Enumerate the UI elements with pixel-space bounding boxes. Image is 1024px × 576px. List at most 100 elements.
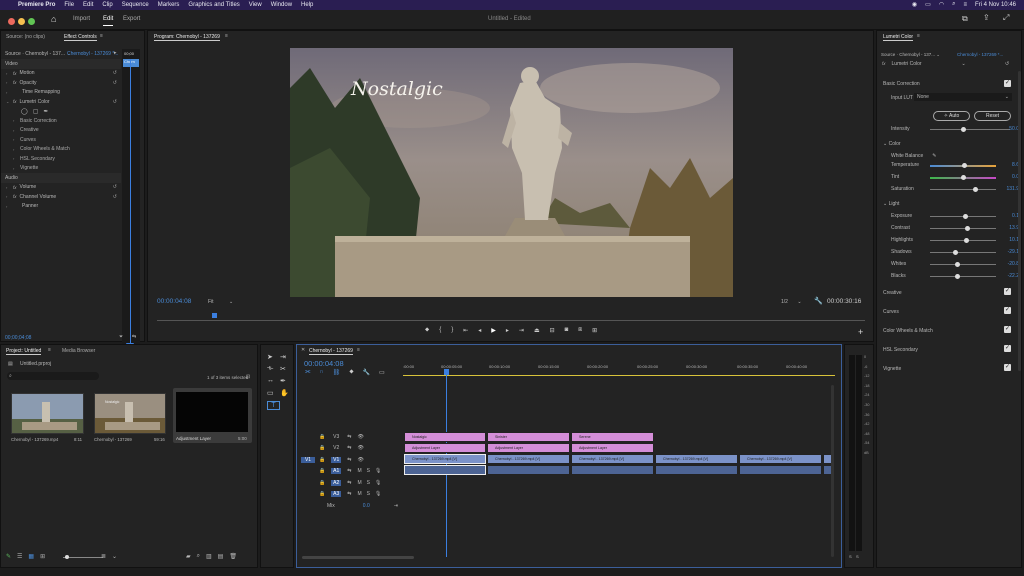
- menu-app-name[interactable]: Premiere Pro: [18, 2, 55, 8]
- program-monitor-title[interactable]: Program: Chernobyl - 137269: [154, 34, 220, 41]
- blacks-slider[interactable]: [930, 274, 996, 279]
- curves-section-header[interactable]: Curves: [883, 309, 899, 315]
- play-icon[interactable]: ▶: [491, 327, 496, 334]
- quick-export-icon[interactable]: ⧉: [962, 14, 968, 24]
- sync-lock-icon[interactable]: ⇆: [347, 434, 351, 440]
- rectangle-tool-icon[interactable]: ▭: [267, 389, 280, 397]
- chevron-right-icon[interactable]: ›: [6, 80, 10, 85]
- home-icon[interactable]: ⌂: [51, 14, 56, 24]
- source-dropdown[interactable]: Source · Chernobyl - 137...: [5, 51, 65, 57]
- lock-icon[interactable]: 🔒: [319, 468, 325, 474]
- tint-slider[interactable]: [930, 175, 996, 180]
- audio-clip-4[interactable]: [655, 465, 738, 475]
- slider-knob[interactable]: [961, 127, 966, 132]
- wifi-icon[interactable]: ◠: [939, 1, 944, 8]
- solo-button[interactable]: S: [367, 491, 370, 497]
- panel-menu-icon[interactable]: ≡: [917, 33, 920, 39]
- hsl-secondary-checkbox[interactable]: [1004, 344, 1011, 352]
- mark-in-icon[interactable]: {: [439, 327, 441, 334]
- tab-effect-controls[interactable]: Effect Controls: [64, 34, 97, 41]
- video-clip-2[interactable]: Chernobyl - 137269.mp4 [V]: [487, 454, 570, 464]
- effect-motion[interactable]: › fx Motion ↺: [1, 69, 121, 79]
- mute-button[interactable]: M: [357, 468, 361, 474]
- chevron-right-icon[interactable]: ›: [6, 204, 10, 209]
- lumetri-source-selector[interactable]: Source · Chernobyl - 137... ⌄: [881, 52, 940, 58]
- lumetri-color-wheels[interactable]: › Color Wheels & Match: [1, 145, 121, 155]
- ec-timecode[interactable]: 00;00;04;08: [5, 335, 31, 341]
- extract-icon[interactable]: ⊟: [550, 327, 555, 334]
- adjustment-clip-3[interactable]: Adjustment Layer: [571, 443, 654, 453]
- add-marker-icon[interactable]: ⬥: [349, 369, 353, 376]
- loop-icon[interactable]: ⇆: [132, 334, 136, 340]
- control-center-icon[interactable]: ≡: [963, 2, 967, 8]
- timeline-tab[interactable]: Chernobyl - 137269: [309, 348, 353, 355]
- lock-icon[interactable]: 🔒: [319, 434, 325, 440]
- eye-icon[interactable]: 👁: [357, 457, 363, 463]
- mix-value[interactable]: 0.0: [363, 503, 370, 509]
- effect-time-remapping[interactable]: › Time Remapping: [1, 88, 121, 98]
- text-clip-sinister[interactable]: Sinister: [487, 432, 570, 442]
- screen-record-icon[interactable]: ◉: [912, 1, 917, 8]
- saturation-slider[interactable]: [930, 187, 996, 192]
- timeline-h-scrollbar[interactable]: [302, 556, 414, 559]
- menu-view[interactable]: View: [249, 2, 262, 8]
- vignette-section-header[interactable]: Vignette: [883, 366, 901, 372]
- track-label[interactable]: V1: [331, 456, 342, 463]
- new-item-icon[interactable]: ▥: [206, 553, 212, 560]
- tab-media-browser[interactable]: Media Browser: [62, 348, 95, 354]
- menu-file[interactable]: File: [64, 2, 74, 8]
- new-bin-icon[interactable]: ⊡: [246, 374, 250, 380]
- chevron-right-icon[interactable]: ›: [13, 128, 17, 133]
- captions-icon[interactable]: ▭: [379, 369, 385, 376]
- menu-edit[interactable]: Edit: [83, 2, 93, 8]
- share-icon[interactable]: ⇪: [983, 13, 990, 22]
- lock-icon[interactable]: 🔒: [319, 445, 325, 451]
- input-lut-dropdown[interactable]: None ⌄: [914, 93, 1012, 101]
- export-frame-icon[interactable]: ◙: [565, 327, 569, 334]
- reset-icon[interactable]: ↺: [113, 194, 117, 200]
- menu-help[interactable]: Help: [301, 2, 313, 8]
- color-wheels-checkbox[interactable]: [1004, 325, 1011, 333]
- ec-playhead[interactable]: [130, 59, 131, 343]
- new-bin-icon[interactable]: ▤: [218, 553, 224, 560]
- pencil-icon[interactable]: ✎: [6, 553, 11, 560]
- video-clip-1[interactable]: Chernobyl - 137269.mp4 [V]: [404, 454, 486, 464]
- add-marker-icon[interactable]: ⬥: [425, 327, 429, 334]
- track-label[interactable]: A3: [331, 491, 342, 498]
- razor-tool-icon[interactable]: ✂: [280, 365, 293, 373]
- reset-icon[interactable]: ↺: [113, 184, 117, 190]
- program-scrubber[interactable]: [157, 320, 865, 321]
- sync-lock-icon[interactable]: ⇆: [347, 468, 351, 474]
- add-button-icon[interactable]: +: [858, 327, 863, 337]
- lumetri-effect-dropdown[interactable]: Lumetri Color: [892, 61, 922, 67]
- slider-knob[interactable]: [963, 214, 968, 219]
- fx-icon[interactable]: fx: [13, 99, 17, 104]
- sync-lock-icon[interactable]: ⇆: [347, 457, 351, 463]
- work-area-bar[interactable]: [403, 375, 835, 376]
- tab-project[interactable]: Project: Untitled: [6, 348, 42, 355]
- chevron-right-icon[interactable]: ›: [6, 194, 10, 199]
- pen-tool-icon[interactable]: ✒: [280, 377, 293, 385]
- effect-panner[interactable]: › Panner: [1, 202, 121, 212]
- lumetri-scrollbar[interactable]: [1018, 71, 1021, 371]
- effect-lumetri-color[interactable]: ⌄ fx Lumetri Color ↺: [1, 97, 121, 107]
- effect-volume[interactable]: › fx Volume ↺: [1, 183, 121, 193]
- chevron-right-icon[interactable]: ›: [13, 166, 17, 171]
- close-timeline-icon[interactable]: ✕: [301, 347, 305, 353]
- settings-icon[interactable]: 🔧: [363, 369, 370, 376]
- ec-mini-clip[interactable]: Chern: [123, 59, 139, 67]
- find-icon[interactable]: ⌕: [197, 553, 200, 560]
- lift-icon[interactable]: ⏏: [534, 327, 540, 334]
- lock-icon[interactable]: 🔒: [319, 491, 325, 497]
- minimize-window-button[interactable]: [18, 18, 25, 25]
- panel-menu-icon[interactable]: ≡: [357, 347, 360, 353]
- filter-icon[interactable]: ⏷: [119, 334, 123, 340]
- search-icon[interactable]: ⌕: [952, 1, 955, 8]
- ec-mini-timeline[interactable]: 00;00 Chern: [122, 49, 140, 349]
- go-to-out-icon[interactable]: ⇥: [519, 327, 524, 334]
- project-item-thumb-2[interactable]: Nostalgic: [94, 393, 166, 434]
- program-video-frame[interactable]: Nostalgic: [290, 48, 733, 297]
- slider-knob[interactable]: [962, 163, 967, 168]
- mark-out-icon[interactable]: }: [451, 327, 453, 334]
- step-back-icon[interactable]: ◂: [478, 327, 481, 334]
